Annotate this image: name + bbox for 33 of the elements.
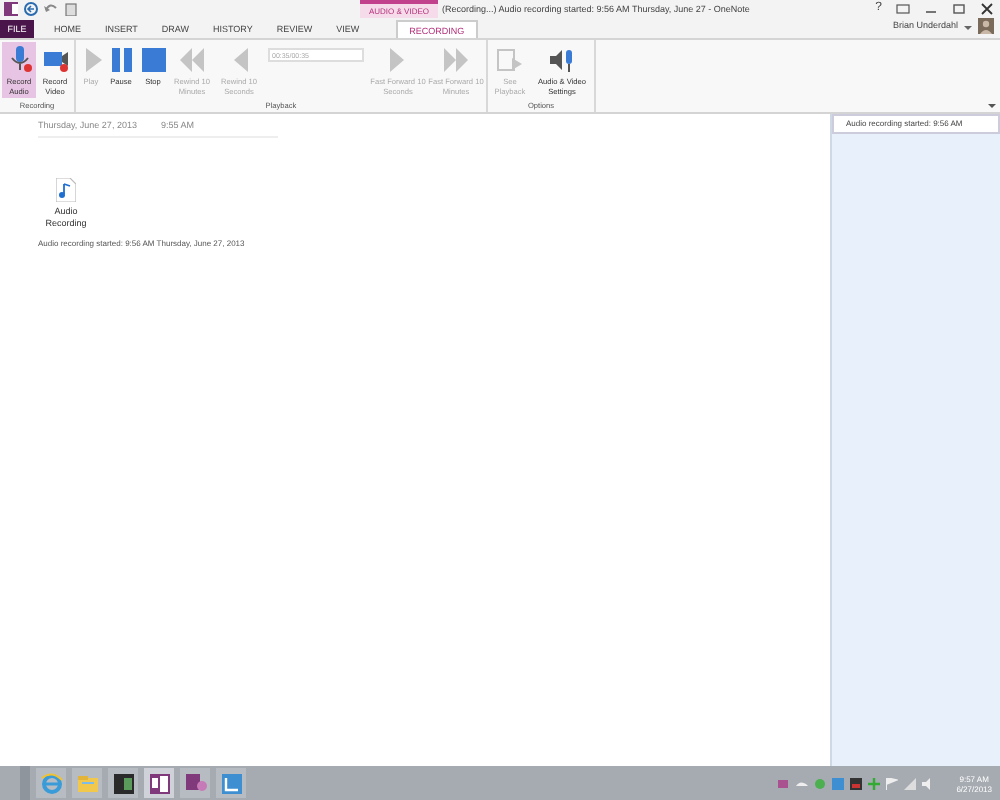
double-forward-icon (442, 46, 470, 74)
ribbon-display-icon[interactable] (896, 2, 910, 16)
back-icon[interactable] (24, 2, 38, 16)
note-app-icon (147, 771, 171, 795)
globe-icon (39, 771, 63, 795)
audio-file-icon[interactable] (56, 177, 76, 202)
undo-icon[interactable] (44, 2, 58, 16)
taskbar-button[interactable] (144, 768, 174, 798)
taskbar-button[interactable] (180, 768, 210, 798)
double-rewind-icon (178, 46, 206, 74)
page-play-icon (496, 46, 524, 74)
note-people-icon (183, 771, 207, 795)
close-icon[interactable] (980, 2, 994, 16)
taskbar-button[interactable] (216, 768, 246, 798)
stop-icon (139, 46, 167, 74)
cloud-icon[interactable] (796, 777, 809, 789)
folder-icon (75, 771, 99, 795)
signal-icon[interactable] (904, 777, 917, 789)
microphone-icon (5, 46, 33, 74)
taskbar-button[interactable] (108, 768, 138, 798)
flag-icon[interactable] (886, 777, 899, 789)
note-tray-icon[interactable] (778, 777, 791, 789)
speaker-microphone-icon (548, 46, 576, 74)
monitor-icon[interactable] (850, 777, 863, 789)
video-camera-icon (41, 46, 69, 74)
square-tray-icon[interactable] (832, 777, 845, 789)
start-edge-icon[interactable] (20, 766, 30, 800)
window-icon (111, 771, 135, 795)
restore-icon[interactable] (952, 2, 966, 16)
collapse-caret-icon[interactable] (988, 102, 996, 110)
speaker-icon[interactable] (922, 777, 935, 789)
pause-icon (107, 46, 135, 74)
chat-app-icon (219, 771, 243, 795)
